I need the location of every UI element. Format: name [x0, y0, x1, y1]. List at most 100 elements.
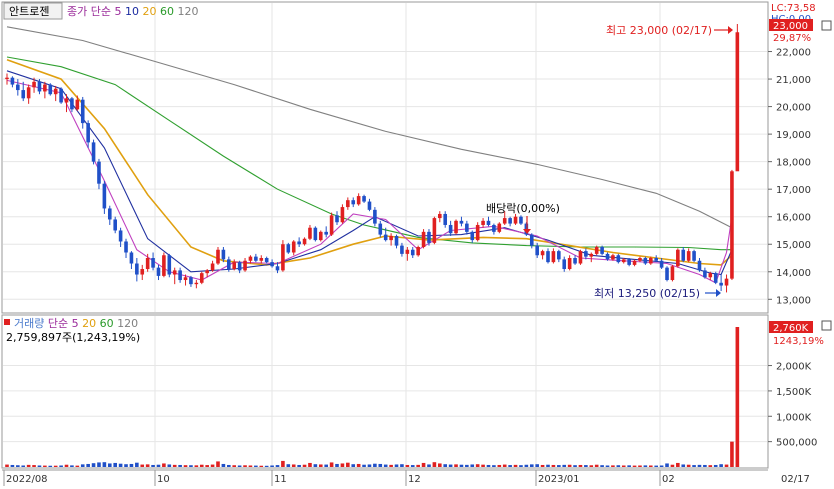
x-axis-label: 2022/08: [6, 474, 48, 485]
volume-bar: [692, 465, 696, 467]
candle-body: [600, 246, 604, 254]
candle-body: [389, 235, 393, 241]
volume-bar: [281, 460, 285, 467]
volume-bar: [421, 462, 426, 467]
candle-body: [692, 251, 696, 261]
volume-bar: [508, 465, 512, 467]
price-legend-item-1[interactable]: 5: [111, 5, 122, 18]
candle-body: [367, 201, 372, 210]
volume-bar: [475, 464, 480, 467]
volume-legend-item-4[interactable]: 60: [96, 317, 114, 330]
volume-bar: [638, 465, 642, 467]
volume-bar: [546, 464, 550, 467]
candle-body: [632, 260, 637, 265]
volume-bar: [394, 464, 399, 467]
candle-body: [481, 220, 485, 225]
volume-bar: [686, 464, 691, 467]
candle-body: [102, 183, 107, 209]
candle-body: [686, 251, 691, 261]
volume-bar: [540, 464, 545, 467]
candle-body: [37, 81, 42, 92]
candle-body: [383, 234, 388, 241]
x-axis-label: 2023/01: [538, 474, 580, 485]
candle: [286, 242, 291, 254]
volume-bar: [719, 464, 723, 467]
price-tick-label: 18,000: [776, 158, 811, 169]
candle: [692, 249, 696, 263]
candle: [59, 87, 63, 104]
price-legend-item-3[interactable]: 20: [139, 5, 157, 18]
candle: [48, 83, 53, 96]
volume-bar: [210, 464, 215, 467]
volume-legend-item-3[interactable]: 20: [79, 317, 97, 330]
candle-body: [400, 245, 404, 254]
volume-bar: [697, 464, 702, 467]
volume-bar: [259, 465, 264, 467]
candle-body: [5, 77, 9, 80]
volume-legend-item-0[interactable]: 거래량: [14, 317, 44, 330]
volume-bar: [189, 465, 193, 467]
candle-body: [465, 223, 469, 232]
candle-body: [378, 223, 383, 235]
volume-bar: [167, 464, 172, 467]
candle-body: [129, 252, 134, 264]
dividend-annotation: 배당락(0,00%): [486, 202, 560, 215]
candle-body: [421, 231, 426, 247]
candle: [199, 271, 204, 285]
volume-bar: [308, 462, 312, 467]
candle-body: [286, 244, 291, 253]
price-legend-item-0[interactable]: 종가 단순: [67, 5, 111, 18]
volume-legend-item-5[interactable]: 120: [114, 317, 139, 330]
volume-legend-item-2[interactable]: 5: [68, 317, 79, 330]
volume-bar: [199, 464, 204, 467]
candle-body: [183, 277, 188, 281]
candle: [91, 139, 96, 165]
price-tick-label: 19,000: [776, 130, 811, 141]
candle-body: [335, 215, 339, 223]
volume-bar: [486, 464, 491, 467]
volume-maximize-icon[interactable]: [821, 320, 832, 331]
candle-body: [53, 88, 58, 95]
candle-body: [113, 219, 117, 231]
volume-bar: [627, 465, 631, 467]
candle: [665, 266, 669, 282]
volume-bar: [389, 464, 393, 467]
candle: [475, 222, 480, 242]
volume-bar: [172, 464, 177, 467]
candle-body: [64, 98, 69, 103]
price-legend-item-5[interactable]: 120: [174, 5, 199, 18]
candle-body: [719, 282, 723, 286]
lc-label: LC:73,58: [771, 3, 816, 14]
volume-bar: [383, 464, 388, 467]
candle: [578, 249, 583, 265]
candle-body: [308, 227, 312, 239]
volume-legend-item-1[interactable]: 단순: [44, 317, 68, 330]
volume-bar: [291, 464, 296, 467]
maximize-icon[interactable]: [821, 20, 832, 31]
volume-bar: [346, 462, 350, 467]
stock-chart: 안트로젠 종가 단순 5 10 20 60 120 거래량 단순 5 20 60…: [1, 1, 832, 486]
candle-body: [59, 88, 63, 103]
candle-body: [48, 84, 53, 95]
candle-body: [178, 270, 182, 281]
candle-body: [297, 241, 301, 245]
volume-bar: [578, 464, 583, 467]
candle-body: [573, 258, 577, 264]
price-tick-label: 21,000: [776, 75, 811, 86]
volume-bar: [659, 465, 664, 467]
volume-bar: [616, 465, 621, 467]
candle-body: [470, 231, 475, 241]
candle-body: [416, 246, 420, 256]
price-legend-item-2[interactable]: 10: [121, 5, 139, 18]
volume-bar: [465, 464, 469, 467]
volume-bar: [194, 465, 199, 467]
candle-body: [584, 251, 588, 257]
candle-body: [216, 249, 220, 264]
price-tag: 23,000: [773, 21, 808, 32]
price-legend-item-4[interactable]: 60: [156, 5, 174, 18]
candle-body: [438, 213, 442, 219]
volume-bar: [286, 464, 291, 467]
volume-bar: [145, 464, 150, 467]
candle-body: [107, 208, 112, 220]
candle-body: [454, 220, 458, 234]
